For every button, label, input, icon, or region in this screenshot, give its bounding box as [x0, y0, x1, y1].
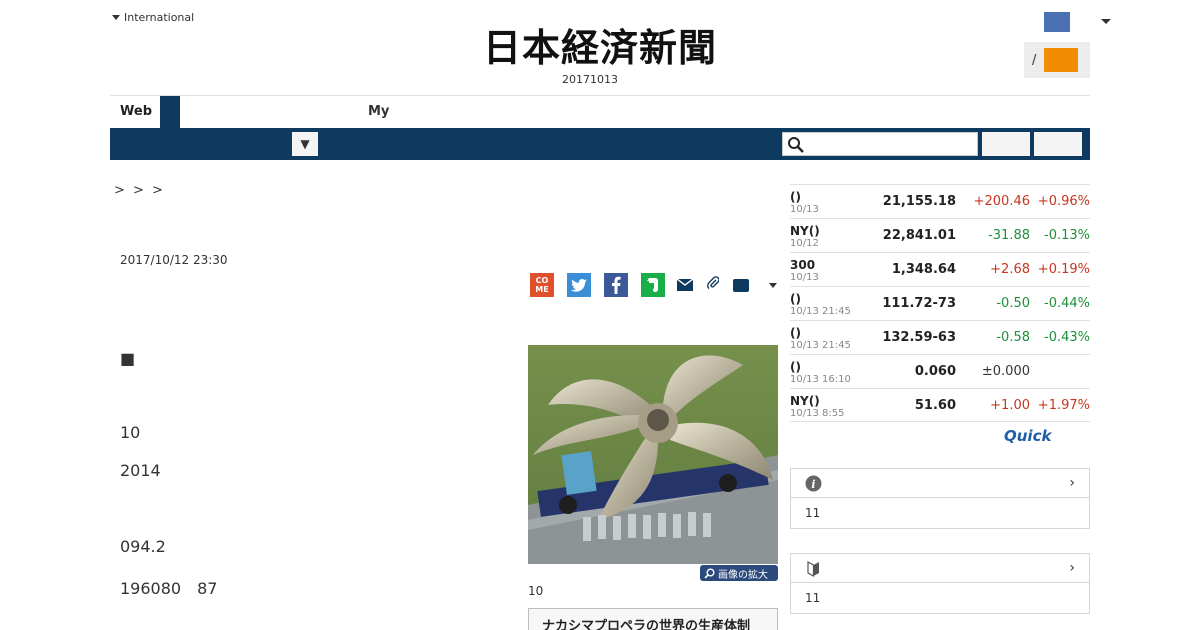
market-row[interactable]: NY() 10/12 22,841.01 -31.88 -0.13% — [790, 218, 1090, 252]
caret-down-icon — [112, 15, 120, 20]
edition-date: 20171013 — [562, 73, 618, 86]
market-time: 10/13 — [790, 272, 819, 283]
market-change-percent: -0.43% — [1044, 330, 1090, 345]
chevron-right-icon: › — [1069, 560, 1075, 576]
tab-my[interactable]: My — [368, 96, 389, 128]
chevron-right-icon: › — [1069, 475, 1075, 491]
market-name: NY() — [790, 394, 820, 408]
article-date: 2017/10/12 23:30 — [120, 253, 228, 267]
user-menu-button[interactable] — [1044, 12, 1070, 32]
market-change: +200.46 — [973, 194, 1030, 209]
market-change: +1.00 — [990, 398, 1030, 413]
beginner-box-body: 11 — [805, 591, 821, 605]
market-name: 300 — [790, 258, 816, 272]
market-time: 10/13 8:55 — [790, 408, 845, 419]
market-change: +2.68 — [990, 262, 1030, 277]
nav-dropdown-button[interactable]: ▼ — [292, 132, 318, 156]
market-row[interactable]: 300 10/13 1,348.64 +2.68 +0.19% — [790, 252, 1090, 286]
market-time: 10/12 — [790, 238, 819, 249]
market-value: 111.72-73 — [882, 296, 956, 311]
market-row[interactable]: () 10/13 16:10 0.060 ±0.000 — [790, 354, 1090, 388]
market-row[interactable]: () 10/13 21:45 132.59-63 -0.58 -0.43% — [790, 320, 1090, 354]
site-logo[interactable]: 日本経済新聞 — [455, 28, 745, 68]
evernote-icon[interactable] — [641, 273, 665, 297]
article-paragraph: 094.2 — [120, 537, 166, 556]
market-time: 10/13 — [790, 204, 819, 215]
propeller-photo-illustration — [528, 345, 778, 564]
search-submit-button[interactable] — [982, 132, 1030, 156]
beginner-box[interactable]: › 11 — [790, 553, 1090, 614]
market-row[interactable]: () 10/13 21:45 111.72-73 -0.50 -0.44% — [790, 286, 1090, 320]
market-name: () — [790, 292, 801, 306]
article-paragraph: ■ — [120, 349, 136, 368]
market-row[interactable]: () 10/13 21,155.18 +200.46 +0.96% — [790, 184, 1090, 218]
market-change-percent: -0.13% — [1044, 228, 1090, 243]
share-toolbar: CO ME — [530, 273, 777, 297]
tab-active-marker[interactable] — [160, 96, 180, 128]
user-menu-caret-icon[interactable] — [1101, 19, 1111, 24]
market-time: 10/13 16:10 — [790, 374, 851, 385]
login-separator: / — [1032, 52, 1037, 68]
facebook-icon[interactable] — [604, 273, 628, 297]
subscribe-button[interactable] — [1044, 48, 1079, 72]
info-icon: i — [805, 475, 822, 492]
market-table: () 10/13 21,155.18 +200.46 +0.96% NY() 10/12 22… — [790, 184, 1090, 422]
market-value: 22,841.01 — [882, 228, 956, 243]
market-value: 1,348.64 — [891, 262, 956, 277]
login-box: / — [1024, 42, 1090, 78]
market-value: 21,155.18 — [882, 194, 956, 209]
market-name: () — [790, 360, 801, 374]
image-zoom-label: 画像の拡大 — [718, 569, 768, 581]
market-time: 10/13 21:45 — [790, 340, 851, 351]
twitter-icon[interactable] — [567, 273, 591, 297]
market-change: ±0.000 — [981, 364, 1030, 379]
market-change: -0.50 — [996, 296, 1030, 311]
print-icon[interactable] — [733, 278, 749, 292]
market-change-percent: +0.19% — [1037, 262, 1090, 277]
info-box-body: 11 — [805, 506, 821, 520]
international-label: International — [124, 11, 195, 24]
article-paragraph: 196080 87 — [120, 579, 218, 598]
mail-icon[interactable] — [677, 279, 693, 291]
article-paragraph: 2014 — [120, 461, 161, 480]
search-input[interactable] — [809, 135, 973, 153]
market-change-percent: +1.97% — [1037, 398, 1090, 413]
market-change-percent: +0.96% — [1037, 194, 1090, 209]
beginner-mark-icon — [807, 560, 819, 577]
info-box-header[interactable]: i › — [791, 469, 1089, 498]
market-change: -31.88 — [988, 228, 1030, 243]
search-box — [782, 132, 978, 156]
market-time: 10/13 21:45 — [790, 306, 851, 317]
market-value: 51.60 — [914, 398, 956, 413]
market-name: () — [790, 190, 801, 204]
photo-caption: 10 — [528, 584, 544, 598]
international-link[interactable]: International — [112, 11, 194, 24]
market-change-percent: -0.44% — [1044, 296, 1090, 311]
related-graphic-title[interactable]: ナカシマプロペラの世界の生産体制 — [528, 608, 778, 630]
svg-text:i: i — [811, 478, 815, 491]
beginner-box-header[interactable]: › — [791, 554, 1089, 583]
market-name: NY() — [790, 224, 820, 238]
magnifier-icon — [704, 568, 715, 579]
market-change: -0.58 — [996, 330, 1030, 345]
search-icon — [788, 137, 804, 153]
breadcrumb[interactable]: > > > — [114, 183, 165, 198]
quick-logo[interactable]: Quick — [1004, 427, 1051, 445]
clip-icon[interactable] — [707, 276, 720, 294]
market-value: 0.060 — [914, 364, 956, 379]
article-photo[interactable] — [528, 345, 778, 564]
market-row[interactable]: NY() 10/13 8:55 51.60 +1.00 +1.97% — [790, 388, 1090, 422]
comment-share-icon[interactable]: CO ME — [530, 273, 554, 297]
tab-web[interactable]: Web — [110, 96, 160, 128]
advanced-search-button[interactable] — [1034, 132, 1082, 156]
image-zoom-button[interactable]: 画像の拡大 — [700, 565, 778, 581]
header-divider — [110, 95, 1090, 96]
info-box[interactable]: i › 11 — [790, 468, 1090, 529]
article-paragraph: 10 — [120, 423, 141, 442]
market-name: () — [790, 326, 801, 340]
share-more-icon[interactable] — [769, 282, 777, 288]
market-value: 132.59-63 — [882, 330, 956, 345]
